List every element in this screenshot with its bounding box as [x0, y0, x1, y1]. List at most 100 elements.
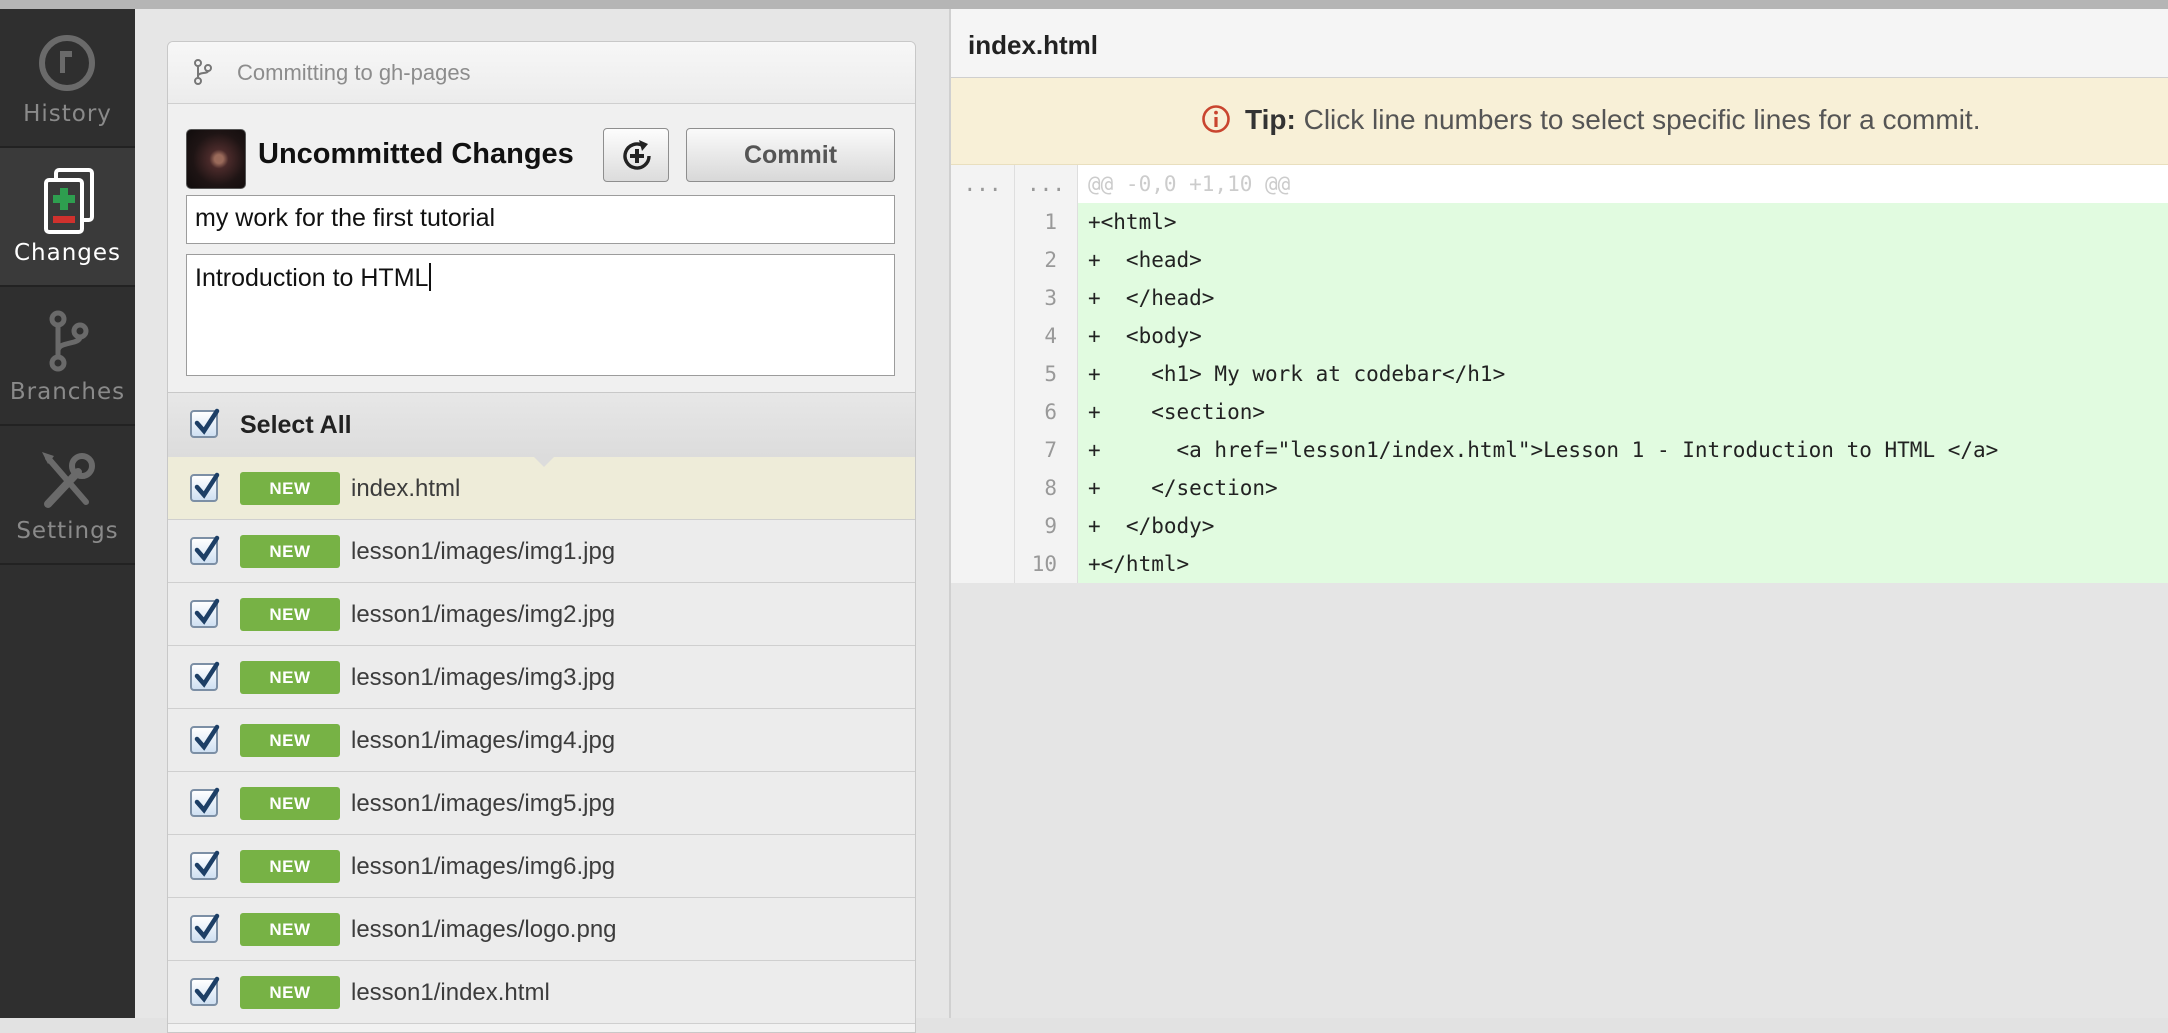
diff-line-text: + <body> — [1088, 324, 1202, 348]
diff-line: 4 + <body> — [951, 317, 2168, 355]
new-line-number: ... — [1015, 165, 1078, 203]
new-badge: NEW — [240, 598, 340, 631]
sync-icon — [623, 140, 651, 170]
file-checkbox[interactable] — [190, 661, 220, 691]
file-name: lesson1/index.html — [351, 979, 550, 1006]
file-row[interactable]: NEW lesson1/images/img5.jpg — [168, 772, 915, 835]
nav-label-history: History — [23, 101, 112, 127]
new-badge: NEW — [240, 850, 340, 883]
diff-file-header: index.html — [951, 9, 2168, 78]
file-checkbox[interactable] — [190, 724, 220, 754]
file-checkbox[interactable] — [190, 976, 220, 1006]
old-line-number — [951, 241, 1015, 279]
file-checkbox[interactable] — [190, 535, 220, 565]
new-line-number[interactable]: 10 — [1015, 545, 1078, 583]
new-line-number[interactable]: 8 — [1015, 469, 1078, 507]
new-line-number[interactable]: 2 — [1015, 241, 1078, 279]
old-line-number: ... — [951, 165, 1015, 203]
file-name: lesson1/images/img4.jpg — [351, 727, 616, 754]
old-line-number — [951, 431, 1015, 469]
diff-line-text: + </head> — [1088, 286, 1215, 310]
selection-pointer — [533, 456, 555, 467]
sync-button[interactable] — [603, 128, 669, 182]
file-name: lesson1/images/img3.jpg — [351, 664, 616, 691]
new-line-number[interactable]: 3 — [1015, 279, 1078, 317]
new-badge: NEW — [240, 724, 340, 757]
new-badge: NEW — [240, 535, 340, 568]
file-checkbox[interactable] — [190, 787, 220, 817]
diff-line-text: + <a href="lesson1/index.html">Lesson 1 … — [1088, 438, 1999, 462]
changes-icon — [44, 168, 94, 234]
nav-item-changes[interactable]: Changes — [0, 148, 135, 287]
old-line-number — [951, 545, 1015, 583]
old-line-number — [951, 507, 1015, 545]
new-line-number[interactable]: 5 — [1015, 355, 1078, 393]
old-line-number — [951, 203, 1015, 241]
diff-line-text: +</html> — [1088, 552, 1190, 576]
diff-line-text: + <h1> My work at codebar</h1> — [1088, 362, 1506, 386]
diff-line: 6 + <section> — [951, 393, 2168, 431]
text-cursor — [429, 263, 432, 291]
nav-item-settings[interactable]: Settings — [0, 426, 135, 565]
old-line-number — [951, 279, 1015, 317]
file-checkbox[interactable] — [190, 598, 220, 628]
nav-item-history[interactable]: History — [0, 9, 135, 148]
diff-line: 1 +<html> — [951, 203, 2168, 241]
diff-view: ... ... @@ -0,0 +1,10 @@ 1 +<html> 2 + <hea… — [951, 165, 2168, 583]
tip-text: Click line numbers to select specific li… — [1295, 104, 1981, 135]
commit-summary-input[interactable]: my work for the first tutorial — [186, 195, 895, 244]
commit-area: Committing to gh-pages Uncommitted Chang… — [135, 9, 950, 1033]
file-name: lesson1/images/img5.jpg — [351, 790, 616, 817]
window-top-strip — [0, 0, 2168, 9]
nav-label-settings: Settings — [16, 518, 119, 544]
commit-description-input[interactable]: Introduction to HTML — [186, 254, 895, 376]
hunk-header-text: @@ -0,0 +1,10 @@ — [1088, 172, 1291, 196]
file-row[interactable]: NEW lesson1/images/img2.jpg — [168, 583, 915, 646]
select-all-label: Select All — [240, 411, 352, 439]
new-badge: NEW — [240, 913, 340, 946]
hunk-header-line: ... ... @@ -0,0 +1,10 @@ — [951, 165, 2168, 203]
file-name: lesson1/images/logo.png — [351, 916, 617, 943]
tip-banner: Tip: Click line numbers to select specif… — [951, 78, 2168, 165]
new-badge: NEW — [240, 472, 340, 505]
file-row[interactable]: NEW lesson1/index.html — [168, 961, 915, 1024]
diff-line-text: + <head> — [1088, 248, 1202, 272]
file-row[interactable]: NEW lesson1/images/img1.jpg — [168, 520, 915, 583]
new-badge: NEW — [240, 787, 340, 820]
uncommitted-title: Uncommitted Changes — [258, 138, 574, 170]
commit-summary-value: my work for the first tutorial — [195, 204, 496, 232]
file-list: NEW index.html NEW lesson1/images/img1.jpg N… — [168, 457, 915, 1024]
diff-line-text: + <section> — [1088, 400, 1266, 424]
diff-line-text: + </section> — [1088, 476, 1278, 500]
select-all-checkbox[interactable] — [190, 408, 220, 438]
file-name: lesson1/images/img1.jpg — [351, 538, 616, 565]
file-checkbox[interactable] — [190, 913, 220, 943]
new-line-number[interactable]: 6 — [1015, 393, 1078, 431]
new-line-number[interactable]: 1 — [1015, 203, 1078, 241]
new-line-number[interactable]: 9 — [1015, 507, 1078, 545]
commit-button[interactable]: Commit — [686, 128, 895, 182]
new-line-number[interactable]: 7 — [1015, 431, 1078, 469]
nav-label-branches: Branches — [9, 379, 126, 405]
new-line-number[interactable]: 4 — [1015, 317, 1078, 355]
info-icon — [1202, 105, 1230, 133]
file-row[interactable]: NEW lesson1/images/logo.png — [168, 898, 915, 961]
file-row[interactable]: NEW lesson1/images/img6.jpg — [168, 835, 915, 898]
settings-icon — [42, 452, 95, 508]
old-line-number — [951, 317, 1015, 355]
diff-line: 2 + <head> — [951, 241, 2168, 279]
diff-line: 10 +</html> — [951, 545, 2168, 583]
new-badge: NEW — [240, 661, 340, 694]
history-icon — [39, 35, 95, 91]
file-row[interactable]: NEW lesson1/images/img4.jpg — [168, 709, 915, 772]
old-line-number — [951, 393, 1015, 431]
file-name: lesson1/images/img2.jpg — [351, 601, 616, 628]
nav-label-changes: Changes — [13, 240, 122, 266]
select-all-bar: Select All — [168, 392, 915, 458]
diff-line: 5 + <h1> My work at codebar</h1> — [951, 355, 2168, 393]
nav-item-branches[interactable]: Branches — [0, 287, 135, 426]
file-row[interactable]: NEW lesson1/images/img3.jpg — [168, 646, 915, 709]
file-checkbox[interactable] — [190, 472, 220, 502]
branch-text: Committing to gh-pages — [237, 60, 471, 85]
file-checkbox[interactable] — [190, 850, 220, 880]
